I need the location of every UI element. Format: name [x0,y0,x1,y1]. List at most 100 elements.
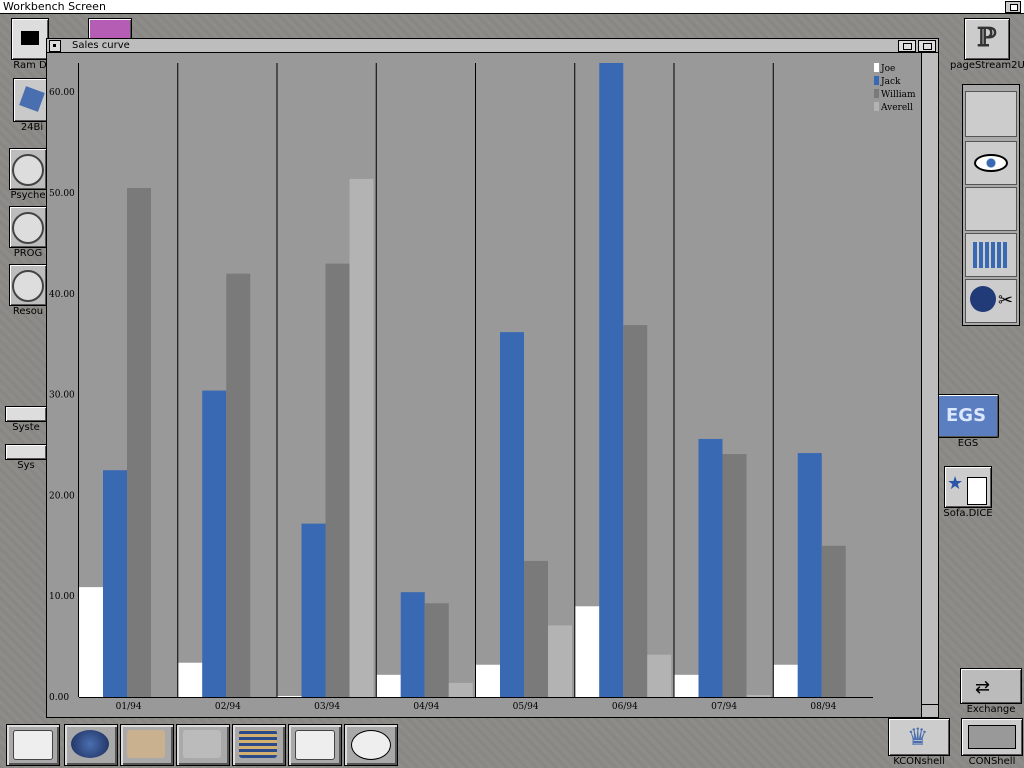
x-tick-label: 06/94 [612,702,638,712]
window-right-border [921,53,938,717]
bar-averell [349,178,374,697]
x-tick-label: 07/94 [711,702,737,712]
bar-joe [773,664,798,697]
bar-william [722,454,747,697]
bar-joe [575,606,600,697]
x-tick-label: 04/94 [413,702,439,712]
bar-jack [698,438,723,697]
sofa-dice-icon[interactable]: ★ Sofa.DICE [936,466,1000,519]
bar-joe [674,674,699,697]
sales-bar-chart: 0.00 10.00 20.00 30.00 40.00 50.00 60.00 01/94 0… [49,63,916,712]
resource-drawer-icon[interactable]: Resou [6,264,50,317]
bar-william [127,187,151,697]
x-tick-label: 01/94 [116,702,142,712]
system-label: Syste [12,422,40,433]
legend-label-averell: Averell [880,103,913,113]
sofa-dice-label: Sofa.DICE [943,508,993,519]
y-tick-label: 20.00 [49,491,75,501]
eye-icon[interactable] [965,141,1017,185]
ram-disk-icon[interactable]: Ram D [10,18,50,71]
legend-swatch-joe [874,63,879,72]
bar-joe [178,662,203,697]
bar-averell [548,625,572,697]
egs-logo-icon: EGS [946,405,987,426]
cd-icon [12,212,44,244]
sales-curve-window[interactable]: Sales curve 0.00 10.00 20.00 30.00 40.00 50.0… [46,38,939,718]
character-icon [967,477,987,505]
audio-icon[interactable] [965,91,1017,137]
ram-disk-label: Ram D [13,60,47,71]
bar-jack [202,390,227,697]
resource-label: Resou [12,306,44,317]
bar-william [226,273,251,697]
x-tick-label: 05/94 [513,702,539,712]
shell-window-icon [968,725,1016,749]
clock-icon[interactable] [344,724,398,766]
screen-title: Workbench Screen [3,0,106,13]
y-tick-label: 60.00 [49,88,75,98]
y-tick-label: 30.00 [49,391,75,401]
y-tick-label: 0.00 [49,693,69,703]
bar-averell [746,694,771,697]
bar-jack [599,63,624,697]
bar-joe [376,674,401,697]
p-letter-icon: ℙ [977,23,997,53]
window-title: Sales curve [72,40,130,51]
cd-icon [12,154,44,186]
bar-joe [476,664,500,697]
paint-icon[interactable] [176,724,230,766]
bar-jack [500,332,524,697]
x-tick-label: 02/94 [215,702,241,712]
screen-depth-gadget[interactable] [1005,1,1021,13]
kconshell-icon[interactable]: ♛ KCONshell [886,718,952,767]
conshell-icon[interactable]: CONShell [960,718,1024,767]
bar-averell [448,682,473,697]
portrait-icon[interactable] [120,724,174,766]
close-gadget-icon[interactable] [49,40,61,52]
equalizer-icon[interactable] [965,233,1017,277]
bar-joe [277,695,302,697]
legend-swatch-jack [874,76,879,85]
prog-label: PROG [13,248,43,259]
screen-title-bar[interactable]: Workbench Screen [0,0,1024,14]
legend-label-joe: Joe [880,64,895,74]
exchange-arrows-icon: ⇄ [975,677,991,698]
sys-drive-icon[interactable]: Sys [4,444,48,471]
floppy-icon [19,86,45,112]
bar-joe [79,587,103,697]
tool-dock: ✂ [962,84,1020,326]
y-tick-label: 40.00 [49,290,75,300]
psyche-label: Psyche [10,190,46,201]
window-title-bar[interactable]: Sales curve [47,39,938,53]
newspaper-icon[interactable] [288,724,342,766]
document-icon[interactable] [6,724,60,766]
psyche-drawer-icon[interactable]: Psyche [6,148,50,201]
legend-swatch-averell [874,102,879,111]
bar-william [424,603,449,697]
conshell-label: CONShell [968,756,1016,767]
bar-william [325,263,350,697]
search-doc-icon[interactable] [965,187,1017,231]
resize-gadget-icon[interactable] [921,704,938,717]
crown-icon: ♛ [907,723,929,751]
pharaoh-icon[interactable] [232,724,286,766]
pagestream-label: pageStream2Uk [950,60,1024,71]
bar-jack [400,592,425,697]
cut-icon[interactable]: ✂ [965,279,1017,323]
egs-label: EGS [957,438,979,449]
pagestream-icon[interactable]: ℙ pageStream2Uk [950,18,1024,71]
egs-icon[interactable]: EGS EGS [936,394,1000,449]
legend-swatch-william [874,89,879,98]
sys-label: Sys [17,460,35,471]
zoom-gadget-icon[interactable] [898,40,916,52]
cd-icon [12,270,44,302]
system-drive-icon[interactable]: Syste [4,406,48,433]
legend-label-william: William [881,90,916,100]
y-tick-label: 50.00 [49,189,75,199]
prog-drawer-icon[interactable]: PROG [6,206,50,259]
bar-william [524,560,548,697]
depth-gadget-icon[interactable] [918,40,936,52]
exchange-icon[interactable]: ⇄ Exchange [958,668,1024,715]
bar-william [623,325,648,697]
3d-icon[interactable] [64,724,118,766]
